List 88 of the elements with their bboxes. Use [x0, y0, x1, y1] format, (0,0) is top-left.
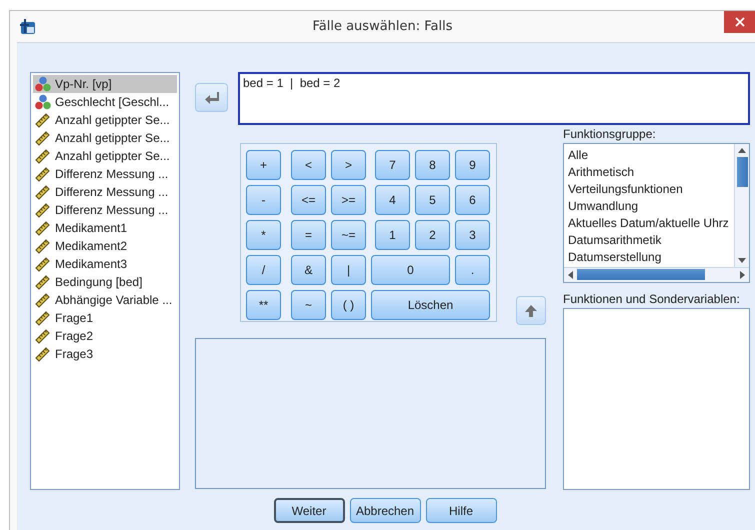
ruler-icon — [35, 292, 51, 308]
variable-item[interactable]: Medikament1 — [33, 219, 177, 237]
variable-item[interactable]: Geschlecht [Geschl... — [33, 93, 177, 111]
variable-item[interactable]: Medikament3 — [33, 255, 177, 273]
variable-item[interactable]: Differenz Messung ... — [33, 201, 177, 219]
keypad-key[interactable]: 6 — [455, 185, 490, 215]
ruler-icon — [35, 328, 51, 344]
keypad-key[interactable]: * — [246, 220, 281, 250]
keypad-key[interactable]: 7 — [375, 150, 410, 180]
ruler-icon — [35, 148, 51, 164]
keypad-key[interactable]: ** — [246, 290, 281, 320]
scroll-left-icon[interactable] — [568, 270, 573, 279]
keypad-key[interactable]: Löschen — [371, 290, 490, 320]
ruler-icon — [35, 112, 51, 128]
ruler-icon — [35, 166, 51, 182]
nominal-icon — [35, 76, 51, 92]
keypad-key[interactable]: 4 — [375, 185, 410, 215]
variable-item[interactable]: Anzahl getippter Se... — [33, 147, 177, 165]
function-group-item[interactable]: Datumserstellung — [568, 248, 734, 266]
variable-item[interactable]: Vp-Nr. [vp] — [33, 75, 177, 93]
function-group-item[interactable]: Alle — [568, 146, 734, 164]
expression-field[interactable]: bed = 1 | bed = 2 — [238, 72, 750, 125]
keypad-key[interactable]: = — [291, 220, 326, 250]
function-group-label: Funktionsgruppe: — [563, 127, 657, 143]
ruler-icon — [35, 274, 51, 290]
variable-item[interactable]: Frage3 — [33, 345, 177, 363]
move-button[interactable] — [195, 83, 228, 112]
keypad-key[interactable]: ~ — [291, 290, 326, 320]
keypad-key[interactable]: . — [455, 255, 490, 285]
horizontal-scrollbar[interactable] — [564, 266, 749, 282]
insert-function-button[interactable] — [516, 296, 546, 325]
function-group-item[interactable]: Verteilungsfunktionen — [568, 180, 734, 198]
keypad-key[interactable]: / — [246, 255, 281, 285]
vertical-scrollbar[interactable] — [734, 144, 749, 267]
keypad-key[interactable]: 9 — [455, 150, 490, 180]
variable-item[interactable]: Medikament2 — [33, 237, 177, 255]
keypad-key[interactable]: ( ) — [331, 290, 366, 320]
keypad-key[interactable]: 0 — [371, 255, 450, 285]
keypad-key[interactable]: 1 — [375, 220, 410, 250]
variable-item[interactable]: Frage2 — [33, 327, 177, 345]
scroll-thumb[interactable] — [736, 156, 748, 187]
keypad-key[interactable]: ~= — [331, 220, 366, 250]
variable-item[interactable]: Bedingung [bed] — [33, 273, 177, 291]
close-button[interactable] — [724, 11, 755, 33]
keypad-key[interactable]: - — [246, 185, 281, 215]
app-icon — [19, 18, 37, 36]
variable-item[interactable]: Differenz Messung ... — [33, 183, 177, 201]
functions-label: Funktionen und Sondervariablen: — [563, 292, 741, 308]
keypad-key[interactable]: < — [291, 150, 326, 180]
scroll-thumb[interactable] — [577, 269, 705, 280]
variable-item[interactable]: Anzahl getippter Se... — [33, 111, 177, 129]
keypad-key[interactable]: >= — [331, 185, 366, 215]
function-group-item[interactable]: Umwandlung — [568, 198, 734, 215]
close-icon — [734, 17, 744, 27]
dialog-button[interactable]: Hilfe — [426, 498, 496, 523]
keypad-key[interactable]: + — [246, 150, 281, 180]
ruler-icon — [35, 346, 51, 362]
keypad-key[interactable]: 8 — [415, 150, 450, 180]
ruler-icon — [35, 238, 51, 254]
function-group-item[interactable]: Arithmetisch — [568, 164, 734, 181]
variable-item[interactable]: Anzahl getippter Se... — [33, 129, 177, 147]
scroll-right-icon[interactable] — [740, 270, 745, 279]
function-group-item[interactable]: Datumsarithmetik — [568, 232, 734, 249]
scroll-up-icon[interactable] — [738, 148, 746, 153]
keypad-key[interactable]: & — [291, 255, 326, 285]
ruler-icon — [35, 184, 51, 200]
function-group-item[interactable]: Aktuelles Datum/aktuelle Uhrz — [568, 214, 734, 232]
variable-item[interactable]: Abhängige Variable ... — [33, 291, 177, 309]
keypad-key[interactable]: 3 — [455, 220, 490, 250]
ruler-icon — [35, 130, 51, 146]
keypad-key[interactable]: 5 — [415, 185, 450, 215]
window-title: Fälle auswählen: Falls — [311, 19, 454, 34]
keypad-key[interactable]: | — [331, 255, 366, 285]
dialog-button[interactable]: Abbrechen — [350, 498, 420, 523]
up-arrow-icon — [525, 304, 538, 316]
keypad-key[interactable]: <= — [291, 185, 326, 215]
scroll-down-icon[interactable] — [738, 258, 746, 263]
keypad-key[interactable]: > — [331, 150, 366, 180]
variable-item[interactable]: Frage1 — [33, 309, 177, 327]
nominal-icon — [35, 94, 51, 110]
ruler-icon — [35, 310, 51, 326]
variable-item[interactable]: Differenz Messung ... — [33, 165, 177, 183]
ruler-icon — [35, 256, 51, 272]
keypad-key[interactable]: 2 — [415, 220, 450, 250]
ruler-icon — [35, 220, 51, 236]
return-arrow-icon — [204, 92, 218, 104]
dialog-button[interactable]: Weiter — [274, 498, 344, 523]
ruler-icon — [35, 202, 51, 218]
